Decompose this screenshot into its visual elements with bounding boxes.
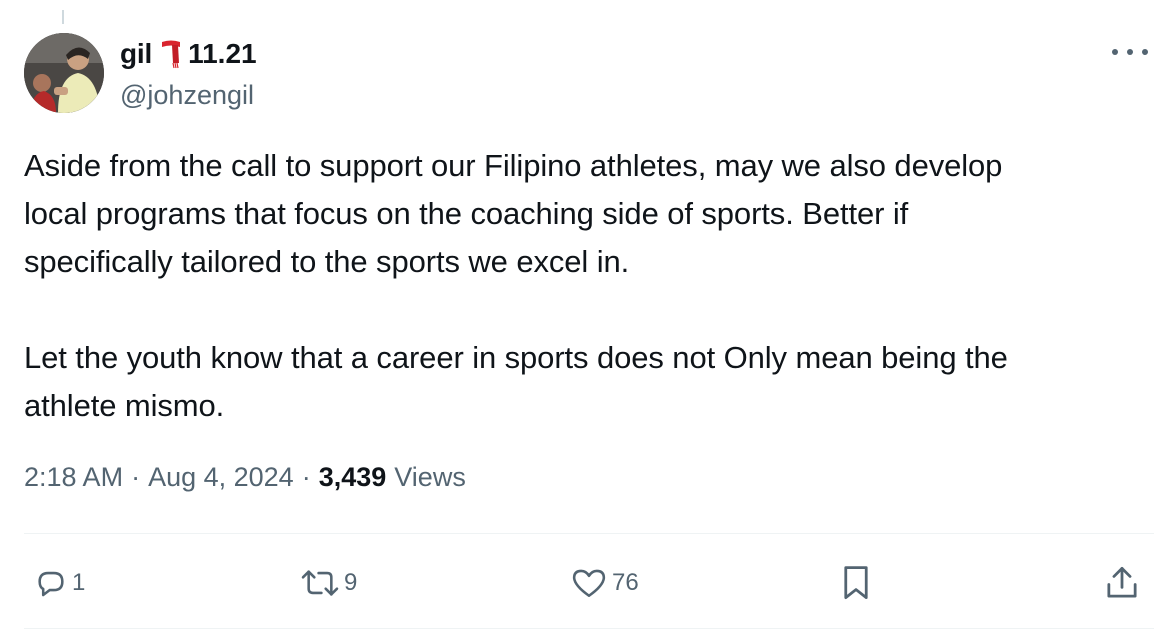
tweet-time[interactable]: 2:18 AM: [24, 462, 123, 493]
reply-count: 1: [72, 569, 86, 596]
thread-connector-line: [62, 10, 64, 24]
author-display-name[interactable]: gil: [120, 38, 152, 70]
heart-icon: [570, 566, 608, 600]
views-label: Views: [394, 462, 466, 492]
action-bar: 1 9 76: [0, 558, 1176, 608]
more-options-icon[interactable]: [1112, 40, 1148, 64]
separator-dot: ·: [131, 462, 141, 492]
bookmark-button[interactable]: [838, 558, 874, 608]
share-icon: [1104, 564, 1140, 602]
like-button[interactable]: 76: [570, 558, 639, 608]
retweet-count: 9: [344, 569, 358, 596]
share-button[interactable]: [1104, 558, 1140, 608]
retweet-button[interactable]: 9: [300, 558, 357, 608]
tweet-date[interactable]: Aug 4, 2024: [148, 462, 294, 493]
tweet-text-line: Let the youth know that a career in spor…: [24, 340, 1008, 375]
scarf-icon: [160, 39, 182, 69]
author-name-row[interactable]: gil 11.21: [120, 38, 257, 70]
reply-icon: [34, 566, 68, 600]
tweet-text-line: specifically tailored to the sports we e…: [24, 244, 630, 279]
author-handle[interactable]: @johzengil: [120, 80, 254, 111]
avatar[interactable]: [24, 33, 104, 113]
like-count: 76: [612, 569, 639, 596]
author-name-suffix: 11.21: [188, 38, 257, 69]
bookmark-icon: [838, 564, 874, 602]
tweet-metadata: 2:18 AM · Aug 4, 2024 · 3,439 Views: [24, 462, 466, 493]
avatar-photo: [24, 33, 104, 113]
divider: [24, 533, 1154, 534]
retweet-icon: [300, 566, 340, 600]
divider: [24, 628, 1154, 629]
tweet-text-line: local programs that focus on the coachin…: [24, 196, 909, 231]
separator-dot: ·: [301, 462, 311, 492]
reply-button[interactable]: 1: [34, 558, 85, 608]
views-count: 3,439: [318, 462, 387, 492]
tweet-text-line: Aside from the call to support our Filip…: [24, 148, 1003, 183]
tweet-text-line: athlete mismo.: [24, 388, 225, 423]
tweet-text: Aside from the call to support our Filip…: [24, 142, 1154, 430]
